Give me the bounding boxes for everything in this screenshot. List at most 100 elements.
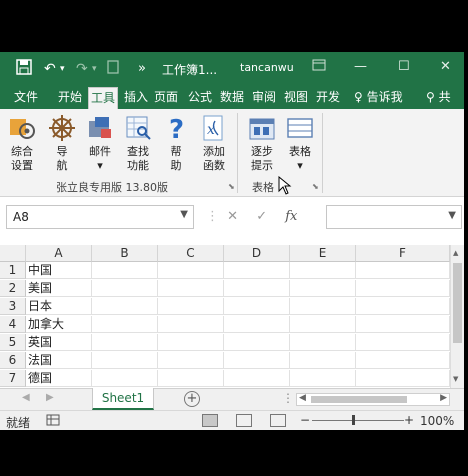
previous-sheet-icon[interactable]: ◀ bbox=[22, 392, 30, 403]
tab-formulas[interactable]: 公式 bbox=[186, 89, 214, 109]
cell-a7[interactable]: 德国 bbox=[26, 370, 92, 387]
cell-f4[interactable] bbox=[356, 316, 450, 333]
minimize-button[interactable]: — bbox=[354, 59, 367, 74]
cell-c1[interactable] bbox=[158, 262, 224, 279]
column-header-d[interactable]: D bbox=[224, 245, 290, 262]
row-header[interactable]: 6 bbox=[0, 352, 26, 369]
tab-developer[interactable]: 开发 bbox=[314, 89, 342, 109]
page-break-view-icon[interactable] bbox=[270, 414, 286, 427]
save-icon[interactable] bbox=[16, 59, 32, 81]
cell-c2[interactable] bbox=[158, 280, 224, 297]
undo-dropdown-icon[interactable]: ▾ bbox=[60, 59, 65, 79]
insert-function-icon[interactable]: fx bbox=[285, 209, 297, 224]
cell-e4[interactable] bbox=[290, 316, 356, 333]
scroll-left-icon[interactable]: ◀ bbox=[299, 393, 306, 403]
scrollbar-thumb[interactable] bbox=[311, 396, 407, 403]
row-header[interactable]: 4 bbox=[0, 316, 26, 333]
row-header[interactable]: 2 bbox=[0, 280, 26, 297]
tab-insert[interactable]: 插入 bbox=[122, 89, 150, 109]
mail-button[interactable]: 邮件 ▾ bbox=[80, 113, 120, 173]
cell-f1[interactable] bbox=[356, 262, 450, 279]
cell-d5[interactable] bbox=[224, 334, 290, 351]
row-header[interactable]: 5 bbox=[0, 334, 26, 351]
zoom-level[interactable]: 100% bbox=[420, 414, 454, 428]
cell-c6[interactable] bbox=[158, 352, 224, 369]
cell-a5[interactable]: 英国 bbox=[26, 334, 92, 351]
navigation-button[interactable]: 导 航 bbox=[42, 113, 82, 173]
zoom-in-button[interactable]: + bbox=[404, 413, 414, 427]
more-commands-icon[interactable]: » bbox=[138, 59, 146, 79]
cell-f6[interactable] bbox=[356, 352, 450, 369]
cell-b7[interactable] bbox=[92, 370, 158, 387]
tab-data[interactable]: 数据 bbox=[218, 89, 246, 109]
cell-f7[interactable] bbox=[356, 370, 450, 387]
cell-d1[interactable] bbox=[224, 262, 290, 279]
vertical-scrollbar[interactable]: ▲ ▼ bbox=[450, 245, 464, 388]
table-button[interactable]: 表格 ▾ bbox=[280, 113, 320, 173]
cell-e6[interactable] bbox=[290, 352, 356, 369]
undo-icon[interactable]: ↶ bbox=[44, 59, 56, 79]
next-sheet-icon[interactable]: ▶ bbox=[46, 392, 54, 403]
scroll-down-icon[interactable]: ▼ bbox=[453, 375, 458, 383]
expand-formula-icon[interactable]: ▼ bbox=[448, 210, 456, 221]
maximize-button[interactable]: ☐ bbox=[398, 59, 410, 74]
cell-b2[interactable] bbox=[92, 280, 158, 297]
formula-input[interactable]: ▼ bbox=[326, 205, 462, 229]
cell-a4[interactable]: 加拿大 bbox=[26, 316, 92, 333]
cell-d4[interactable] bbox=[224, 316, 290, 333]
dialog-launcher-icon[interactable]: ⬊ bbox=[228, 182, 235, 191]
cell-e7[interactable] bbox=[290, 370, 356, 387]
cell-b5[interactable] bbox=[92, 334, 158, 351]
chevron-down-icon[interactable]: ▼ bbox=[180, 209, 188, 220]
comprehensive-settings-button[interactable]: 综合 设置 bbox=[2, 113, 42, 173]
cell-a1[interactable]: 中国 bbox=[26, 262, 92, 279]
column-header-a[interactable]: A bbox=[26, 245, 92, 262]
cell-d2[interactable] bbox=[224, 280, 290, 297]
sheet-tab-sheet1[interactable]: Sheet1 bbox=[92, 388, 154, 410]
cell-b3[interactable] bbox=[92, 298, 158, 315]
cell-d7[interactable] bbox=[224, 370, 290, 387]
column-header-f[interactable]: F bbox=[356, 245, 450, 262]
row-header[interactable]: 3 bbox=[0, 298, 26, 315]
name-box[interactable]: A8 ▼ bbox=[6, 205, 194, 229]
cell-e5[interactable] bbox=[290, 334, 356, 351]
cell-c3[interactable] bbox=[158, 298, 224, 315]
zoom-slider-knob[interactable] bbox=[352, 415, 355, 425]
macro-record-icon[interactable] bbox=[46, 413, 60, 430]
find-function-button[interactable]: 查找 功能 bbox=[118, 113, 158, 173]
row-header[interactable]: 1 bbox=[0, 262, 26, 279]
horizontal-scrollbar[interactable]: ◀ ▶ bbox=[296, 393, 450, 406]
page-layout-view-icon[interactable] bbox=[236, 414, 252, 427]
cell-d6[interactable] bbox=[224, 352, 290, 369]
tab-view[interactable]: 视图 bbox=[282, 89, 310, 109]
cell-b6[interactable] bbox=[92, 352, 158, 369]
cell-e1[interactable] bbox=[290, 262, 356, 279]
scroll-up-icon[interactable]: ▲ bbox=[453, 249, 458, 257]
share-button[interactable]: ⚲ 共 bbox=[424, 89, 453, 109]
scrollbar-thumb[interactable] bbox=[453, 263, 462, 343]
tell-me-box[interactable]: ♀ 告诉我 bbox=[352, 89, 405, 109]
cell-d3[interactable] bbox=[224, 298, 290, 315]
close-button[interactable]: ✕ bbox=[440, 59, 451, 74]
ribbon-display-icon[interactable] bbox=[312, 59, 326, 75]
column-header-c[interactable]: C bbox=[158, 245, 224, 262]
dialog-launcher-icon[interactable]: ⬊ bbox=[312, 182, 319, 191]
cell-e2[interactable] bbox=[290, 280, 356, 297]
enter-icon[interactable]: ✓ bbox=[256, 209, 267, 224]
cell-a6[interactable]: 法国 bbox=[26, 352, 92, 369]
cancel-icon[interactable]: ✕ bbox=[227, 209, 238, 224]
cell-b1[interactable] bbox=[92, 262, 158, 279]
cell-c7[interactable] bbox=[158, 370, 224, 387]
user-name[interactable]: tancanwu bbox=[240, 61, 294, 74]
select-all-corner[interactable] bbox=[0, 245, 26, 262]
tab-tools[interactable]: 工具 bbox=[88, 87, 119, 109]
column-header-b[interactable]: B bbox=[92, 245, 158, 262]
tab-review[interactable]: 审阅 bbox=[250, 89, 278, 109]
scroll-right-icon[interactable]: ▶ bbox=[440, 393, 447, 403]
cell-c5[interactable] bbox=[158, 334, 224, 351]
cell-a3[interactable]: 日本 bbox=[26, 298, 92, 315]
touch-mode-icon[interactable] bbox=[106, 59, 120, 81]
splitter-handle[interactable]: ⋮ bbox=[282, 391, 294, 405]
column-header-e[interactable]: E bbox=[290, 245, 356, 262]
cell-f5[interactable] bbox=[356, 334, 450, 351]
